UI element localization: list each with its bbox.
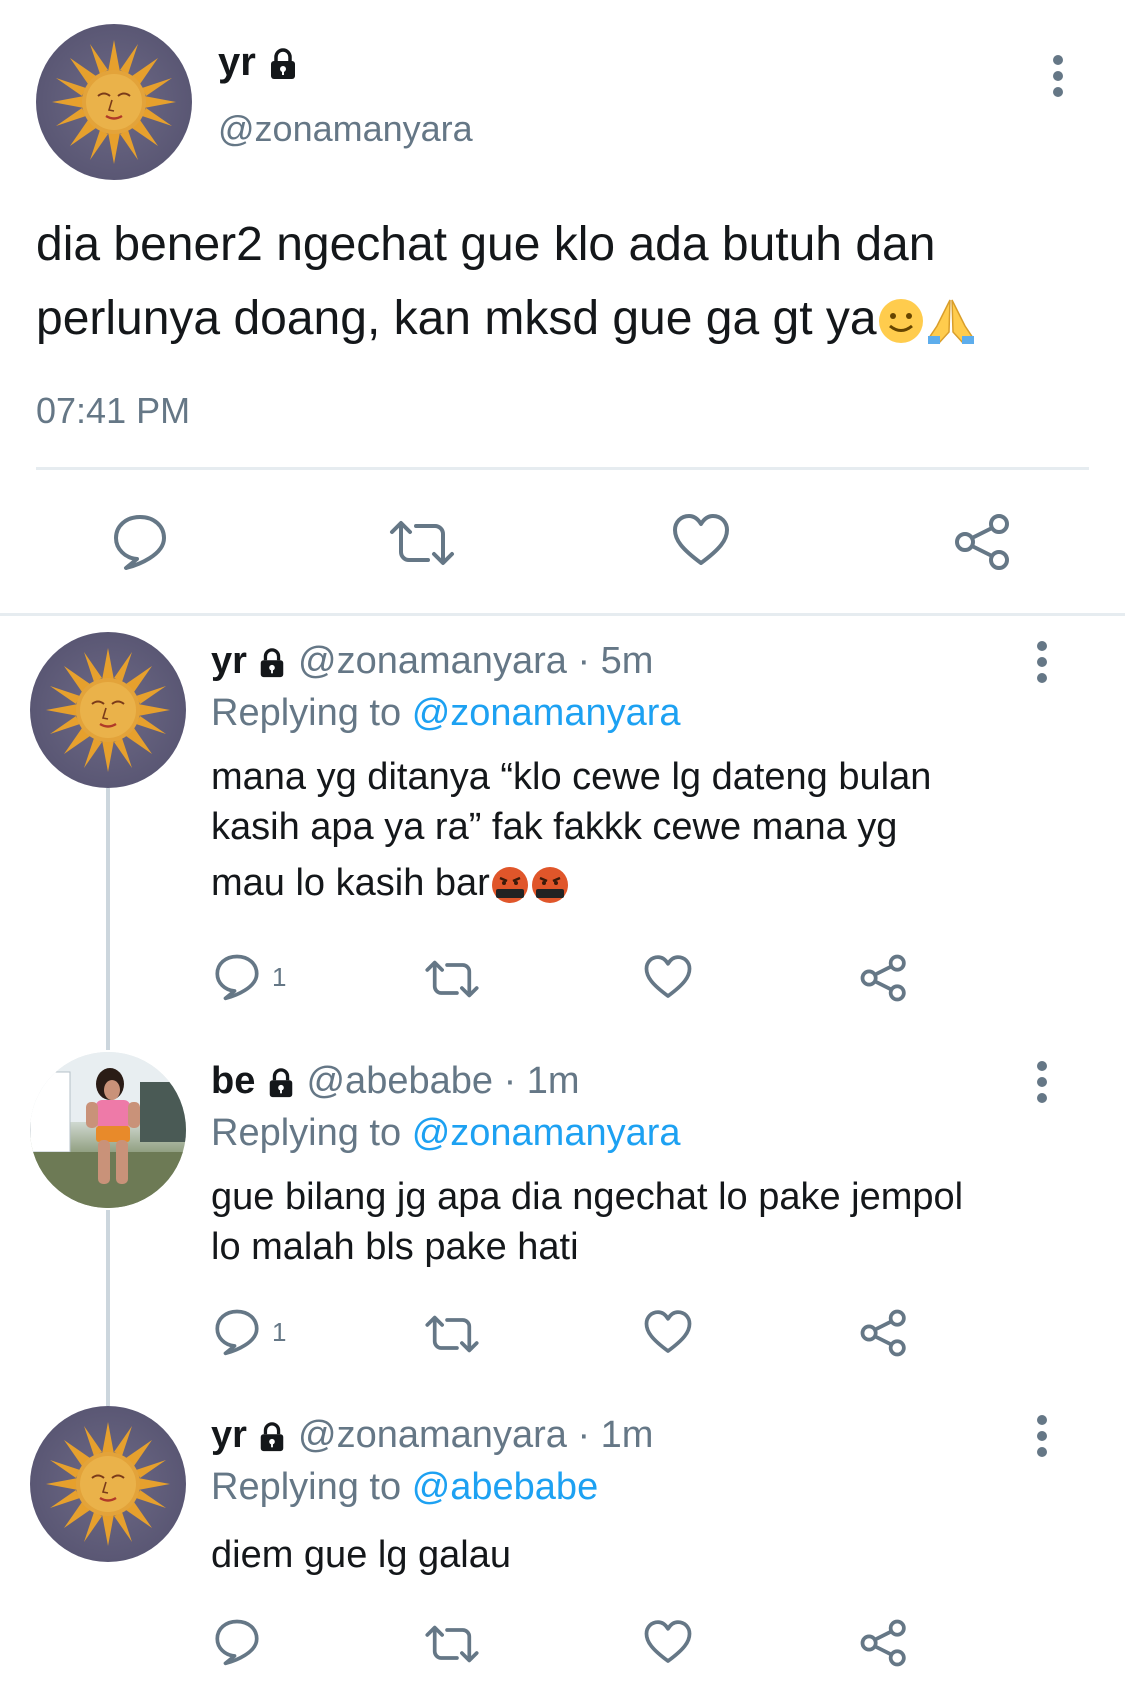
retweet-icon[interactable] (424, 1313, 480, 1355)
tweet-text-line: dia bener2 ngechat gue klo ada butuh dan (36, 218, 936, 271)
tweet-text-line: perlunya doang, kan mksd gue ga gt ya (36, 292, 877, 345)
share-icon[interactable] (860, 1309, 908, 1357)
section-divider (0, 613, 1125, 616)
face-with-symbols-icon (530, 865, 570, 905)
avatar[interactable] (30, 1406, 186, 1562)
tweet-age: · 1m (503, 1060, 580, 1102)
display-name[interactable]: be (211, 1060, 255, 1102)
more-options-icon[interactable] (1032, 1060, 1052, 1104)
more-options-icon[interactable] (1032, 1414, 1052, 1458)
display-name[interactable]: yr (211, 640, 247, 682)
share-icon[interactable] (860, 1619, 908, 1667)
lock-icon (257, 647, 287, 679)
thread-line (106, 1210, 110, 1406)
slightly-smiling-face-icon (877, 297, 925, 345)
avatar[interactable] (30, 632, 186, 788)
display-name[interactable]: yr (218, 40, 256, 84)
reply-count: 1 (272, 1317, 287, 1347)
tweet-text-line: kasih apa ya ra” fak fakkk cewe mana yg (211, 806, 898, 848)
tweet-text-line: mana yg ditanya “klo cewe lg dateng bula… (211, 756, 932, 798)
tweet-text-line: diem gue lg galau (211, 1534, 511, 1576)
folded-hands-icon (925, 296, 977, 346)
handle[interactable]: @zonamanyara (298, 640, 567, 682)
like-icon[interactable] (644, 1619, 692, 1665)
lock-icon (267, 47, 299, 81)
handle[interactable]: @zonamanyara (298, 1414, 567, 1456)
face-with-symbols-icon (490, 865, 530, 905)
more-options-icon[interactable] (1048, 54, 1068, 98)
share-icon[interactable] (860, 954, 908, 1002)
replying-to-label: Replying to (211, 1466, 402, 1508)
lock-icon (257, 1421, 287, 1453)
reply-icon[interactable] (214, 1308, 260, 1356)
replying-to-label: Replying to (211, 1112, 402, 1154)
tweet-timestamp[interactable]: 07:41 PM (36, 390, 190, 432)
like-icon[interactable] (672, 513, 730, 567)
display-name[interactable]: yr (211, 1414, 247, 1456)
tweet-text-line: lo malah bls pake hati (211, 1226, 579, 1268)
replying-to-link[interactable]: @zonamanyara (412, 692, 681, 734)
tweet-text-line: gue bilang jg apa dia ngechat lo pake je… (211, 1176, 964, 1218)
reply-icon[interactable] (214, 953, 260, 1001)
divider (36, 467, 1089, 470)
reply-count: 1 (272, 962, 287, 992)
replying-to-label: Replying to (211, 692, 402, 734)
lock-icon (266, 1067, 296, 1099)
more-options-icon[interactable] (1032, 640, 1052, 684)
tweet-age: · 1m (577, 1414, 654, 1456)
thread-line (106, 788, 110, 1050)
avatar[interactable] (36, 24, 192, 180)
tweet-age: · 5m (577, 640, 654, 682)
handle[interactable]: @zonamanyara (218, 108, 473, 150)
retweet-icon[interactable] (424, 958, 480, 1000)
like-icon[interactable] (644, 1309, 692, 1355)
reply-icon[interactable] (112, 513, 168, 571)
retweet-icon[interactable] (388, 518, 456, 568)
handle[interactable]: @abebabe (306, 1060, 493, 1102)
reply-icon[interactable] (214, 1618, 260, 1666)
like-icon[interactable] (644, 954, 692, 1000)
retweet-icon[interactable] (424, 1623, 480, 1665)
replying-to-link[interactable]: @abebabe (412, 1466, 599, 1508)
tweet-text-line: mau lo kasih bar (211, 862, 490, 904)
avatar[interactable] (30, 1052, 186, 1208)
share-icon[interactable] (954, 513, 1012, 571)
replying-to-link[interactable]: @zonamanyara (412, 1112, 681, 1154)
